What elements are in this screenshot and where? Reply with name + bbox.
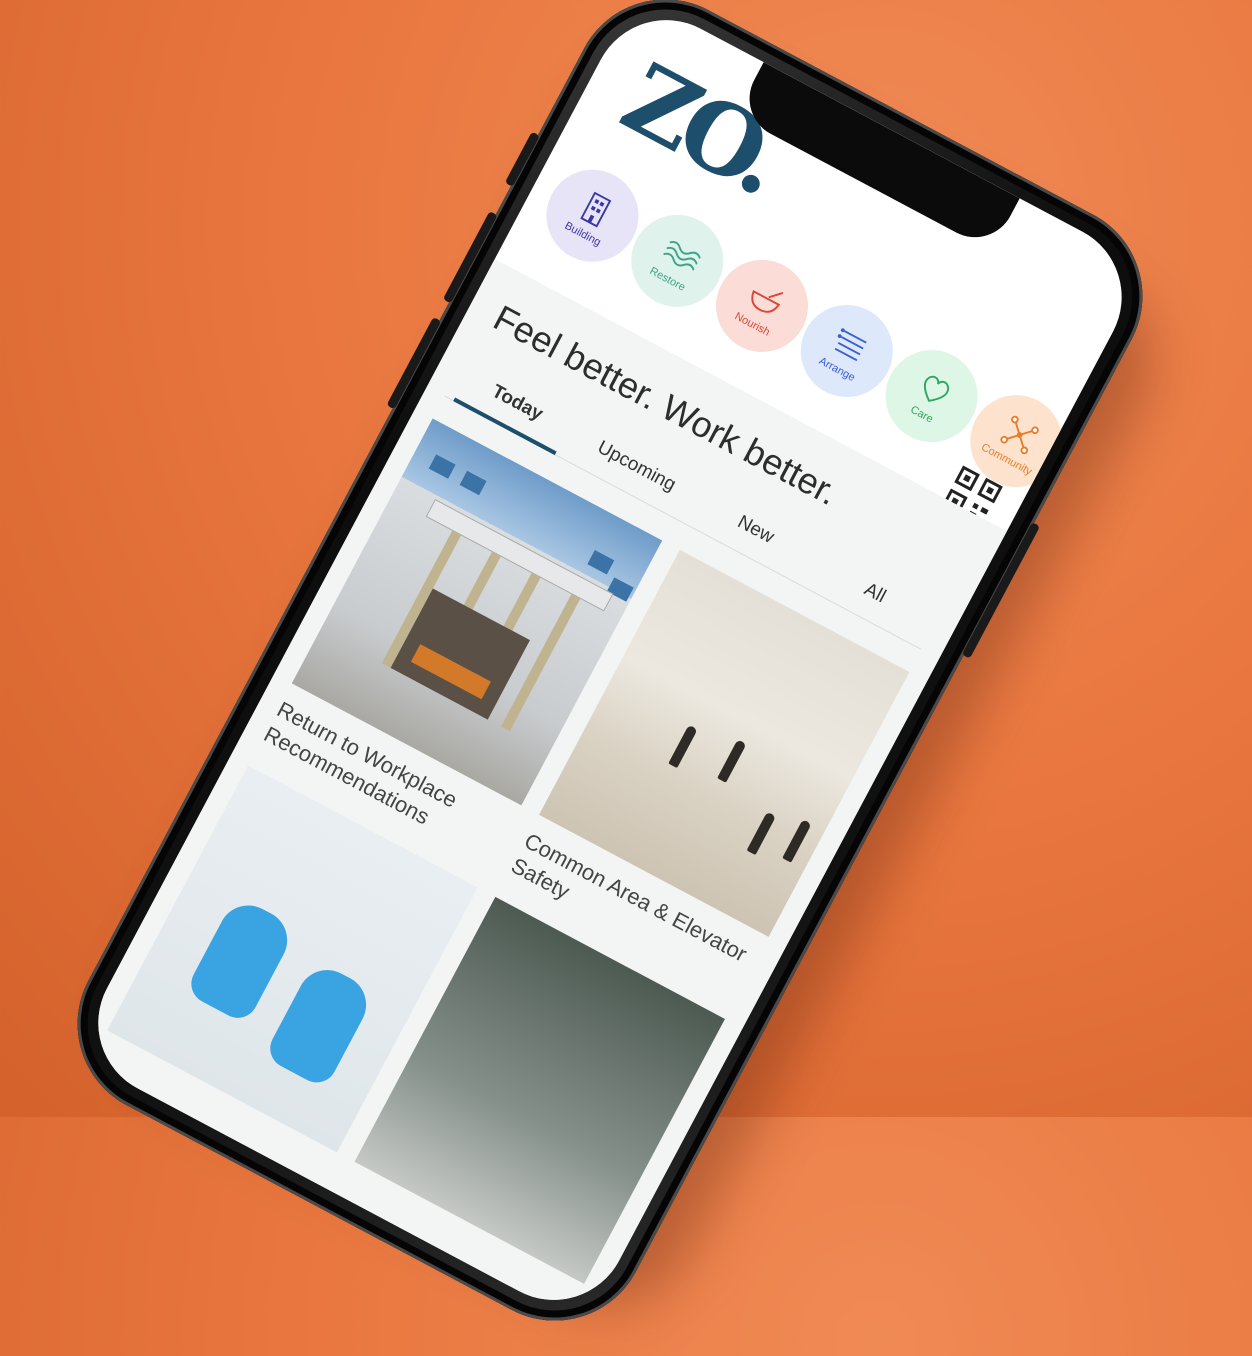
phone-device: ZO. Building Restore Nourish Arrange Car… — [45, 0, 1175, 1353]
